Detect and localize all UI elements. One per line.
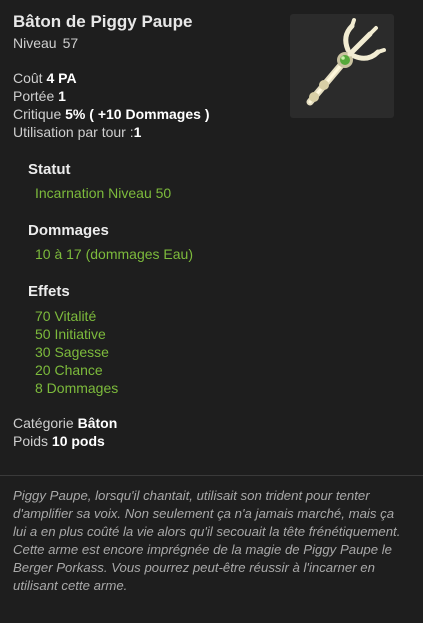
range-value: 1: [58, 88, 66, 104]
effect-item: 30 Sagesse: [35, 344, 109, 360]
category-value: Bâton: [77, 415, 118, 431]
status-value: Incarnation Niveau 50: [35, 185, 172, 201]
weight-value: 10 pods: [51, 433, 105, 449]
effect-item: 8 Dommages: [35, 380, 119, 396]
uses-value: 1: [133, 124, 142, 140]
item-level: Niveau 57: [13, 35, 78, 51]
effect-item: 50 Initiative: [35, 326, 106, 342]
stat-cost: Coût 4 PA: [13, 70, 77, 86]
item-tooltip: Bâton de Piggy Paupe Niveau 57 Coût 4 PA: [0, 0, 423, 623]
effect-item: 70 Vitalité: [35, 308, 97, 324]
item-category: Catégorie Bâton: [13, 415, 117, 431]
item-name: Bâton de Piggy Paupe: [13, 12, 193, 31]
category-label: Catégorie: [13, 415, 74, 431]
cost-label: Coût: [13, 70, 43, 86]
stat-range: Portée 1: [13, 88, 66, 104]
weight-label: Poids: [13, 433, 49, 449]
range-label: Portée: [13, 88, 55, 104]
effects-heading: Effets: [28, 283, 70, 300]
critical-label: Critique: [13, 106, 62, 122]
effects-list: 70 Vitalité 50 Initiative 30 Sagesse 20 …: [35, 307, 118, 397]
trident-staff-icon: [306, 18, 386, 106]
item-description: Piggy Paupe, lorsqu'il chantait, utilisa…: [13, 488, 401, 593]
uses-label: Utilisation par tour :: [13, 124, 134, 140]
damage-heading: Dommages: [28, 222, 109, 239]
stat-uses-per-turn: Utilisation par tour :1: [13, 124, 141, 140]
level-label: Niveau: [13, 35, 57, 51]
cost-value: 4 PA: [46, 70, 77, 86]
level-value: 57: [62, 35, 79, 51]
effect-item: 20 Chance: [35, 362, 103, 378]
critical-value: 5% ( +10 Dommages ): [65, 106, 210, 122]
damage-value: 10 à 17 (dommages Eau): [35, 246, 193, 262]
item-image: [290, 14, 394, 118]
divider: [0, 475, 423, 476]
stat-critical: Critique 5% ( +10 Dommages ): [13, 106, 209, 122]
item-weight: Poids 10 pods: [13, 433, 105, 449]
status-heading: Statut: [28, 161, 71, 178]
